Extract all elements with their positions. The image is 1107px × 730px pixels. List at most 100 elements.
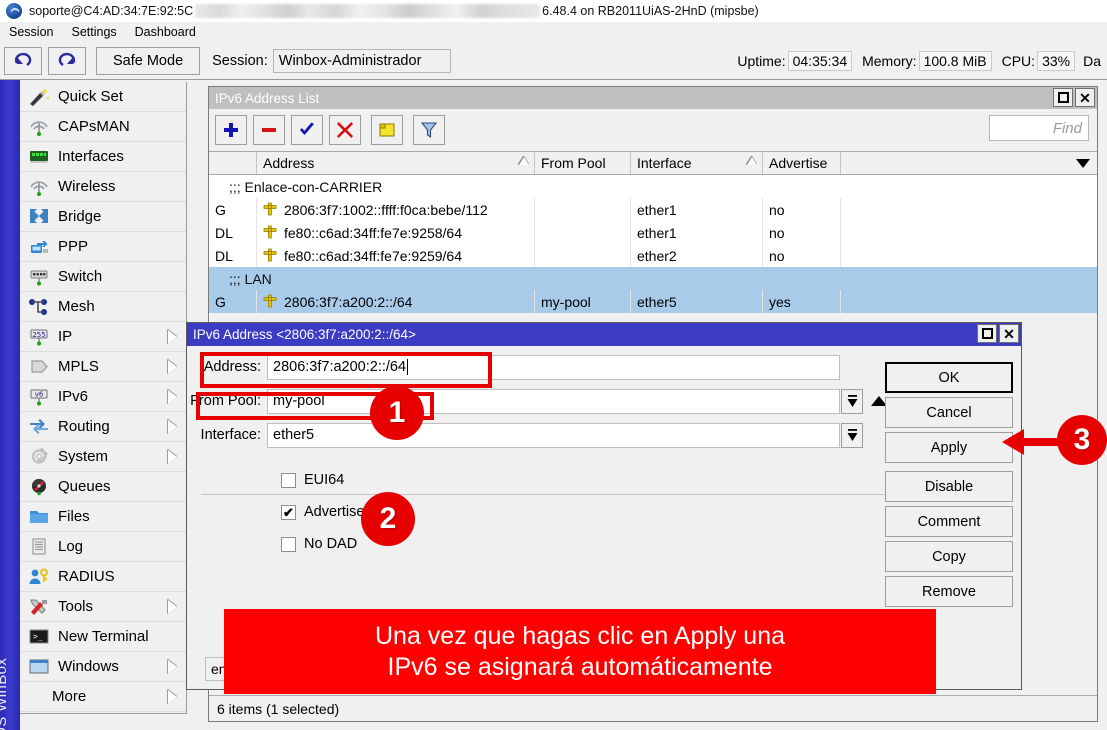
- sidebar-item-mesh[interactable]: Mesh: [20, 292, 186, 322]
- sidebar-item-more[interactable]: More: [20, 682, 186, 712]
- window-icon: [26, 656, 52, 678]
- switch-icon: [28, 267, 50, 286]
- remove-button[interactable]: [253, 115, 285, 145]
- ipv6-dialog-title: IPv6 Address <2806:3f7:a200:2::/64>: [193, 327, 416, 342]
- window-icon: [28, 657, 50, 676]
- table-row[interactable]: DLfe80::c6ad:34ff:fe7e:9259/64ether2no: [209, 244, 1097, 267]
- enable-button[interactable]: [291, 115, 323, 145]
- disable-button[interactable]: [329, 115, 361, 145]
- from-pool-dropdown-button[interactable]: [841, 389, 863, 414]
- cell-address: 2806:3f7:1002::ffff:f0ca:bebe/112: [257, 198, 535, 221]
- sidebar-item-windows[interactable]: Windows: [20, 652, 186, 682]
- tools-icon: [28, 597, 50, 616]
- cell-interface: ether1: [631, 221, 763, 244]
- checkbox-box[interactable]: [281, 537, 296, 552]
- ppp-icon: [28, 237, 50, 256]
- sidebar-item-capsman[interactable]: CAPsMAN: [20, 112, 186, 142]
- sidebar-item-log[interactable]: Log: [20, 532, 186, 562]
- interface-dropdown-button[interactable]: [841, 423, 863, 448]
- cell-address-text: fe80::c6ad:34ff:fe7e:9259/64: [284, 248, 462, 264]
- table-row[interactable]: G2806:3f7:1002::ffff:f0ca:bebe/112ether1…: [209, 198, 1097, 221]
- from-pool-input[interactable]: my-pool: [267, 389, 840, 414]
- ip-255-icon: 255: [26, 326, 52, 348]
- sidebar-item-mpls[interactable]: MPLS: [20, 352, 186, 382]
- session-value[interactable]: Winbox-Administrador: [273, 49, 451, 73]
- ip-255-icon: 255: [28, 327, 50, 346]
- redo-button[interactable]: [48, 47, 86, 75]
- safe-mode-button[interactable]: Safe Mode: [96, 47, 200, 75]
- menu-session[interactable]: Session: [0, 23, 62, 41]
- address-input[interactable]: 2806:3f7:a200:2::/64: [267, 355, 840, 380]
- ipv6-list-column-headers: Address From Pool Interface Advertise: [209, 151, 1097, 175]
- interface-input[interactable]: ether5: [267, 423, 840, 448]
- routeros-winbox-spine: RouterOS WinBox: [0, 80, 20, 730]
- column-address[interactable]: Address: [257, 152, 535, 174]
- svg-text:>_: >_: [33, 632, 43, 641]
- cell-address-text: 2806:3f7:1002::ffff:f0ca:bebe/112: [284, 202, 488, 218]
- cell-from-pool: my-pool: [535, 290, 631, 313]
- menu-dashboard[interactable]: Dashboard: [126, 23, 205, 41]
- maximize-icon[interactable]: [1053, 88, 1073, 107]
- cell-address: 2806:3f7:a200:2::/64: [257, 290, 535, 313]
- undo-button[interactable]: [4, 47, 42, 75]
- column-advertise[interactable]: Advertise: [763, 152, 841, 174]
- sidebar-item-label: Bridge: [58, 208, 101, 225]
- sidebar-item-system[interactable]: System: [20, 442, 186, 472]
- sidebar-item-switch[interactable]: Switch: [20, 262, 186, 292]
- cancel-button[interactable]: Cancel: [885, 397, 1013, 428]
- table-row[interactable]: DLfe80::c6ad:34ff:fe7e:9258/64ether1no: [209, 221, 1097, 244]
- sidebar-item-bridge[interactable]: Bridge: [20, 202, 186, 232]
- apply-button[interactable]: Apply: [885, 432, 1013, 463]
- cell-interface: ether2: [631, 244, 763, 267]
- ok-button[interactable]: OK: [885, 362, 1013, 393]
- comment-button[interactable]: Comment: [885, 506, 1013, 537]
- chevron-right-icon: [168, 360, 177, 374]
- column-menu[interactable]: [841, 152, 1097, 174]
- chevron-right-icon: [168, 390, 177, 404]
- interface-label: Interface:: [187, 427, 267, 443]
- add-button[interactable]: [215, 115, 247, 145]
- sidebar-item-tools[interactable]: Tools: [20, 592, 186, 622]
- sidebar-item-wireless[interactable]: Wireless: [20, 172, 186, 202]
- sidebar-item-label: Files: [58, 508, 90, 525]
- column-interface[interactable]: Interface: [631, 152, 763, 174]
- sidebar-item-routing[interactable]: Routing: [20, 412, 186, 442]
- copy-button[interactable]: Copy: [885, 541, 1013, 572]
- column-from-pool[interactable]: From Pool: [535, 152, 631, 174]
- checkbox-box[interactable]: ✔: [281, 505, 296, 520]
- sidebar-item-files[interactable]: Files: [20, 502, 186, 532]
- close-icon[interactable]: ✕: [999, 324, 1019, 343]
- sidebar-item-radius[interactable]: RADIUS: [20, 562, 186, 592]
- ipv6-list-title: IPv6 Address List: [215, 91, 319, 106]
- disable-button[interactable]: Disable: [885, 471, 1013, 502]
- find-input[interactable]: Find: [989, 115, 1089, 141]
- sidebar-item-interfaces[interactable]: Interfaces: [20, 142, 186, 172]
- table-row-comment[interactable]: ;;; LAN: [209, 267, 1097, 290]
- sidebar-item-queues[interactable]: Queues: [20, 472, 186, 502]
- column-flags[interactable]: [209, 152, 257, 174]
- cell-flags: G: [209, 198, 257, 221]
- sidebar-item-ppp[interactable]: PPP: [20, 232, 186, 262]
- gauge-icon: [28, 477, 50, 496]
- filter-button[interactable]: [413, 115, 445, 145]
- sidebar-item-new-terminal[interactable]: >_New Terminal: [20, 622, 186, 652]
- sidebar-item-ip[interactable]: 255IP: [20, 322, 186, 352]
- memory-label: Memory:: [862, 53, 916, 69]
- cell-flags: DL: [209, 244, 257, 267]
- folder-icon: [26, 506, 52, 528]
- checkbox-box[interactable]: [281, 473, 296, 488]
- cell-advertise: yes: [763, 290, 841, 313]
- app-toolbar: Safe Mode Session: Winbox-Administrador …: [0, 42, 1107, 80]
- menu-settings[interactable]: Settings: [62, 23, 125, 41]
- close-icon[interactable]: ✕: [1075, 88, 1095, 107]
- bridge-icon: [26, 206, 52, 228]
- sidebar-item-quick-set[interactable]: Quick Set: [20, 82, 186, 112]
- remove-button[interactable]: Remove: [885, 576, 1013, 607]
- table-row[interactable]: G2806:3f7:a200:2::/64my-poolether5yes: [209, 290, 1097, 313]
- table-row-comment[interactable]: ;;; Enlace-con-CARRIER: [209, 175, 1097, 198]
- comment-button[interactable]: [371, 115, 403, 145]
- sidebar-item-ipv6[interactable]: v6IPv6: [20, 382, 186, 412]
- item-count-label: 6 items (1 selected): [217, 701, 339, 717]
- menubar: Session Settings Dashboard: [0, 22, 1107, 42]
- maximize-icon[interactable]: [977, 324, 997, 343]
